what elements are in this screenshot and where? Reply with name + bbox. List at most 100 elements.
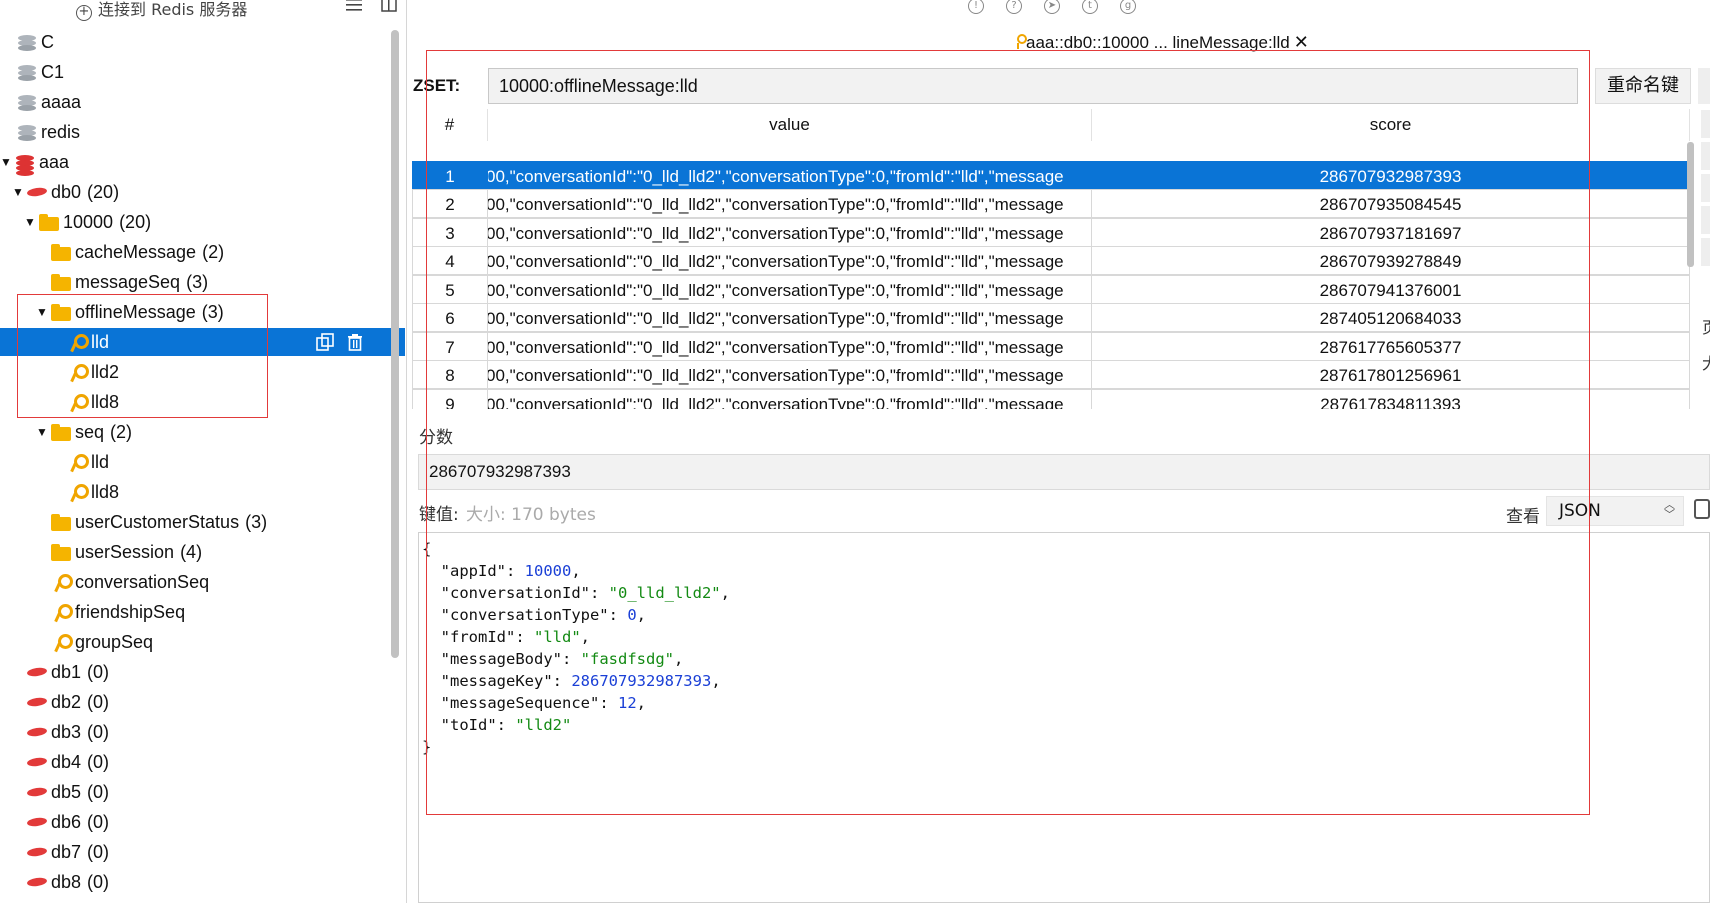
table-row[interactable]: 8 00,"conversationId":"0_lld_lld2","conve… bbox=[412, 360, 1690, 391]
tree-item-redis[interactable]: redis bbox=[16, 118, 80, 146]
expand-arrow-icon[interactable]: ▼ bbox=[12, 185, 26, 199]
database-icon bbox=[26, 662, 48, 682]
side-label: 页 bbox=[1702, 310, 1710, 346]
tree-item-seq[interactable]: ▼ seq (2) bbox=[36, 418, 132, 446]
tree-item-usersession[interactable]: userSession (4) bbox=[50, 538, 202, 566]
tree-item-messageseq[interactable]: messageSeq (3) bbox=[50, 268, 208, 296]
tree-item-count: (0) bbox=[87, 751, 110, 772]
row-value: 00,"conversationId":"0_lld_lld2","conver… bbox=[488, 360, 1092, 389]
json-value: 0 bbox=[627, 606, 637, 624]
tree-item-label: lld8 bbox=[91, 481, 120, 502]
tree-item-c[interactable]: C bbox=[16, 28, 54, 56]
server-icon bbox=[16, 122, 38, 142]
side-button[interactable] bbox=[1701, 206, 1710, 234]
tree-item-label: db4 bbox=[51, 751, 82, 772]
tree-item-db7[interactable]: db7 (0) bbox=[26, 838, 109, 866]
panel-toggle-icon[interactable] bbox=[381, 0, 397, 12]
tree-item-label: lld bbox=[91, 451, 110, 472]
key-icon bbox=[66, 332, 89, 352]
tree-item-groupseq[interactable]: groupSeq bbox=[50, 628, 153, 656]
tree-item-label: db5 bbox=[51, 781, 82, 802]
expand-arrow-icon[interactable]: ▼ bbox=[24, 215, 38, 229]
tree-item-db8[interactable]: db8 (0) bbox=[26, 868, 109, 896]
tree-item-lld2[interactable]: lld2 bbox=[66, 358, 119, 386]
json-brace: { bbox=[422, 540, 432, 558]
tree-item-count: (2) bbox=[110, 421, 133, 442]
table-row[interactable]: 7 00,"conversationId":"0_lld_lld2","conve… bbox=[412, 331, 1690, 363]
expand-arrow-icon[interactable]: ▼ bbox=[0, 155, 14, 169]
help-icon[interactable]: ? bbox=[1006, 0, 1022, 14]
delete-icon[interactable] bbox=[346, 333, 364, 351]
side-button[interactable] bbox=[1701, 238, 1710, 266]
sidebar-scrollbar[interactable] bbox=[391, 30, 399, 658]
tree-item-lld[interactable]: lld bbox=[0, 328, 405, 356]
expand-arrow-icon[interactable]: ▼ bbox=[36, 425, 50, 439]
tree-item-lld8[interactable]: lld8 bbox=[66, 478, 119, 506]
column-header-index: # bbox=[412, 109, 488, 141]
tree-item-offlinemessage[interactable]: ▼ offlineMessage (3) bbox=[36, 298, 224, 326]
tree-item-db5[interactable]: db5 (0) bbox=[26, 778, 109, 806]
tree-item-lld8[interactable]: lld8 bbox=[66, 388, 119, 416]
tree-item-db1[interactable]: db1 (0) bbox=[26, 658, 109, 686]
tree-item-db0[interactable]: ▼ db0 (20) bbox=[12, 178, 119, 206]
tree-item-usercustomerstatus[interactable]: userCustomerStatus (3) bbox=[50, 508, 267, 536]
telegram-icon[interactable]: ➤ bbox=[1044, 0, 1060, 14]
tree-item-aaaa[interactable]: aaaa bbox=[16, 88, 81, 116]
table-row[interactable]: 9 00,"conversationId":"0_lld_lld2","conve… bbox=[412, 388, 1690, 409]
tree-item-10000[interactable]: ▼ 10000 (20) bbox=[24, 208, 151, 236]
tree-item-conversationseq[interactable]: conversationSeq bbox=[50, 568, 209, 596]
zset-table: # value score 1 00,"conversationId":"0_ll… bbox=[412, 109, 1690, 409]
tree-item-count: (0) bbox=[87, 841, 110, 862]
folder-icon bbox=[50, 422, 72, 442]
tree-item-friendshipseq[interactable]: friendshipSeq bbox=[50, 598, 185, 626]
connect-server-button[interactable]: + 连接到 Redis 服务器 bbox=[76, 0, 247, 21]
tree-item-db6[interactable]: db6 (0) bbox=[26, 808, 109, 836]
side-button[interactable] bbox=[1701, 142, 1710, 170]
table-row[interactable]: 3 00,"conversationId":"0_lld_lld2","conve… bbox=[412, 217, 1690, 249]
tree-item-db2[interactable]: db2 (0) bbox=[26, 688, 109, 716]
tree-item-label: aaaa bbox=[41, 91, 82, 112]
twitter-icon[interactable]: t bbox=[1082, 0, 1098, 14]
database-icon bbox=[26, 812, 48, 832]
key-icon bbox=[50, 602, 73, 622]
close-tab-icon[interactable]: ✕ bbox=[1294, 32, 1309, 52]
table-row[interactable]: 2 00,"conversationId":"0_lld_lld2","conve… bbox=[412, 189, 1690, 220]
list-icon[interactable] bbox=[346, 0, 362, 12]
side-button[interactable] bbox=[1701, 110, 1710, 138]
database-icon bbox=[26, 842, 48, 862]
row-score: 286707939278849 bbox=[1092, 246, 1690, 275]
tree-item-db4[interactable]: db4 (0) bbox=[26, 748, 109, 776]
view-format-value: JSON bbox=[1559, 501, 1601, 521]
key-detail-panel: ! ? ➤ t g aaa::db0::10000 ... lineMessag… bbox=[408, 0, 1710, 903]
json-key: "messageKey" bbox=[440, 672, 553, 690]
tree-item-db3[interactable]: db3 (0) bbox=[26, 718, 109, 746]
tree-item-c1[interactable]: C1 bbox=[16, 58, 64, 86]
table-row[interactable]: 4 00,"conversationId":"0_lld_lld2","conve… bbox=[412, 246, 1690, 277]
json-value: 10000 bbox=[524, 562, 572, 580]
expand-arrow-icon[interactable]: ▼ bbox=[36, 305, 50, 319]
table-row[interactable]: 1 00,"conversationId":"0_lld_lld2","conve… bbox=[412, 160, 1690, 192]
table-scrollbar[interactable] bbox=[1687, 142, 1694, 267]
json-key: "appId" bbox=[440, 562, 506, 580]
tree-item-aaa[interactable]: ▼ aaa bbox=[0, 148, 69, 176]
tab-key-detail[interactable]: aaa::db0::10000 ... lineMessage:lld ✕ bbox=[1014, 32, 1309, 53]
score-field[interactable]: 286707932987393 bbox=[418, 454, 1710, 490]
key-type-label: ZSET: bbox=[413, 76, 461, 95]
rename-key-button[interactable]: 重命名键 bbox=[1595, 68, 1691, 104]
copy-key-icon[interactable] bbox=[316, 333, 334, 351]
row-value: 00,"conversationId":"0_lld_lld2","conver… bbox=[488, 160, 1092, 190]
truncated-button[interactable] bbox=[1698, 68, 1710, 104]
table-row[interactable]: 5 00,"conversationId":"0_lld_lld2","conve… bbox=[412, 274, 1690, 306]
json-viewer[interactable]: { "appId": 10000, "conversationId": "0_l… bbox=[422, 538, 730, 758]
view-format-select[interactable]: JSON ︿ ﹀ bbox=[1546, 496, 1684, 526]
tree-item-cachemessage[interactable]: cacheMessage (2) bbox=[50, 238, 224, 266]
github-icon[interactable]: g bbox=[1120, 0, 1136, 14]
row-index: 8 bbox=[412, 360, 488, 389]
key-name-field[interactable]: 10000:offlineMessage:lld bbox=[488, 68, 1578, 104]
tree-item-lld[interactable]: lld bbox=[66, 448, 109, 476]
side-button[interactable] bbox=[1701, 174, 1710, 202]
tree-item-count: (0) bbox=[87, 721, 110, 742]
table-row[interactable]: 6 00,"conversationId":"0_lld_lld2","conve… bbox=[412, 303, 1690, 334]
copy-icon[interactable] bbox=[1694, 499, 1710, 519]
warning-icon[interactable]: ! bbox=[968, 0, 984, 14]
